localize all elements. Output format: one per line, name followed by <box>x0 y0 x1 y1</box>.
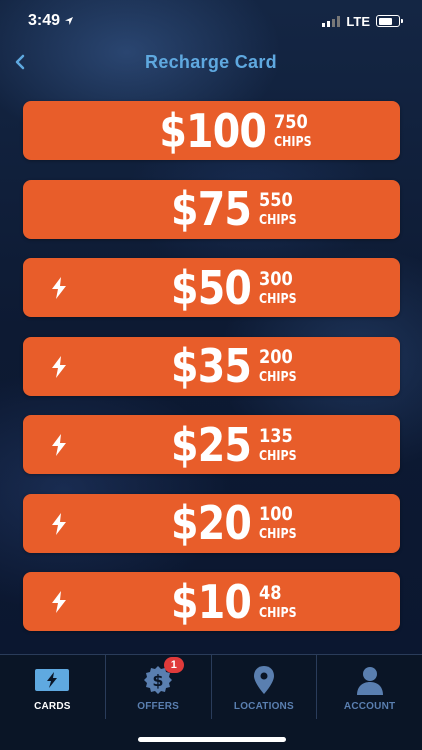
tab-bar: CARDS $1 OFFERS LOCATIONS ACCOUNT <box>0 654 422 750</box>
bolt-icon <box>49 355 69 378</box>
chips-label: CHIPS <box>258 605 297 621</box>
chips-label: CHIPS <box>258 370 297 385</box>
notification-badge: 1 <box>163 657 184 673</box>
chevron-left-icon <box>15 54 25 70</box>
card-amount: $100 <box>159 103 268 158</box>
card-content: $50 300 CHIPS <box>158 265 303 311</box>
recharge-card-6[interactable]: $10 48 CHIPS <box>23 572 400 631</box>
status-bar: 3:49 LTE <box>0 0 422 42</box>
back-button[interactable] <box>6 48 34 76</box>
chips-count: 750 <box>274 110 309 133</box>
card-content: $35 200 CHIPS <box>158 343 303 389</box>
battery-icon <box>376 15 403 27</box>
status-time: 3:49 <box>28 12 74 30</box>
card-icon <box>35 665 70 695</box>
svg-text:$: $ <box>153 671 164 690</box>
card-amount: $25 <box>170 417 252 472</box>
person-icon <box>355 665 385 695</box>
tab-label: OFFERS <box>137 701 179 712</box>
location-arrow-icon <box>65 17 74 25</box>
card-chips: 200 CHIPS <box>258 346 303 385</box>
chips-count: 48 <box>258 581 282 604</box>
card-chips: 300 CHIPS <box>258 267 303 307</box>
carrier-text: LTE <box>346 13 370 29</box>
card-content: $10 48 CHIPS <box>158 579 303 625</box>
recharge-card-1[interactable]: $75 550 CHIPS <box>23 179 400 239</box>
card-chips: 750 CHIPS <box>274 110 318 150</box>
card-content: $25 135 CHIPS <box>158 422 303 468</box>
card-chips: 135 CHIPS <box>258 424 303 464</box>
card-amount: $20 <box>170 496 252 550</box>
nav-bar: Recharge Card <box>0 44 422 80</box>
chips-count: 100 <box>258 503 293 525</box>
card-content: $20 100 CHIPS <box>158 500 303 546</box>
chips-count: 135 <box>258 424 293 447</box>
recharge-card-2[interactable]: $50 300 CHIPS <box>23 258 400 317</box>
recharge-card-4[interactable]: $25 135 CHIPS <box>23 415 400 474</box>
card-content: $75 550 CHIPS <box>158 186 303 232</box>
bolt-icon <box>49 591 69 613</box>
chips-count: 300 <box>258 267 293 290</box>
chips-label: CHIPS <box>274 134 312 150</box>
card-content: $100 750 CHIPS <box>142 108 318 154</box>
chips-label: CHIPS <box>258 527 297 542</box>
chips-label: CHIPS <box>258 291 297 307</box>
bolt-icon <box>49 512 69 535</box>
card-amount: $10 <box>170 574 252 629</box>
recharge-card-list: $100 750 CHIPS $75 550 CHIPS $50 300 CHIPS $35 200… <box>23 101 400 651</box>
card-amount: $75 <box>170 182 252 236</box>
status-indicators: LTE <box>322 13 403 29</box>
chips-count: 550 <box>258 189 293 211</box>
card-chips: 100 CHIPS <box>258 503 303 542</box>
home-indicator <box>138 737 286 742</box>
recharge-card-5[interactable]: $20 100 CHIPS <box>23 493 400 553</box>
recharge-card-3[interactable]: $35 200 CHIPS <box>23 336 400 396</box>
tab-account[interactable]: ACCOUNT <box>317 655 422 719</box>
tab-label: ACCOUNT <box>343 701 396 712</box>
tab-offers[interactable]: $1 OFFERS <box>106 655 212 719</box>
tab-locations[interactable]: LOCATIONS <box>212 655 318 719</box>
time-text: 3:49 <box>28 12 61 29</box>
tab-cards[interactable]: CARDS <box>0 655 106 719</box>
location-pin-icon <box>252 665 276 695</box>
card-chips: 550 CHIPS <box>258 189 303 228</box>
bolt-icon <box>49 277 69 299</box>
card-amount: $35 <box>170 339 252 393</box>
chips-label: CHIPS <box>258 448 297 464</box>
card-amount: $50 <box>170 260 252 315</box>
signal-icon <box>322 15 341 27</box>
bolt-icon <box>49 434 69 456</box>
tab-label: LOCATIONS <box>233 701 294 712</box>
tab-label: CARDS <box>34 701 71 712</box>
recharge-card-0[interactable]: $100 750 CHIPS <box>23 101 400 160</box>
page-title: Recharge Card <box>145 51 277 72</box>
chips-count: 200 <box>258 346 293 368</box>
card-chips: 48 CHIPS <box>258 581 303 621</box>
chips-label: CHIPS <box>258 213 297 228</box>
